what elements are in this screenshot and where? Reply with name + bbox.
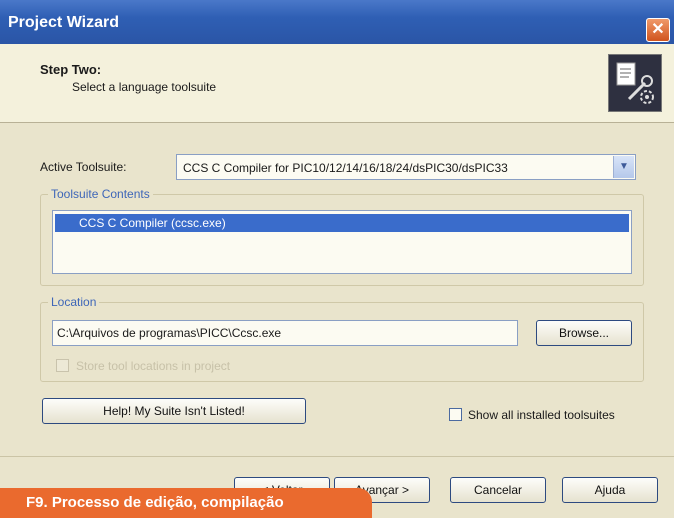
step-title: Step Two:	[40, 62, 102, 77]
title-bar: Project Wizard ✕	[0, 0, 674, 44]
chevron-down-icon[interactable]: ▼	[613, 156, 634, 178]
figure-caption: F9. Processo de edição, compilação	[0, 488, 372, 518]
active-toolsuite-select[interactable]: CCS C Compiler for PIC10/12/14/16/18/24/…	[176, 154, 636, 180]
store-locations-label: Store tool locations in project	[76, 359, 231, 373]
show-all-toolsuites-checkbox[interactable]	[449, 408, 462, 421]
help-button[interactable]: Ajuda	[562, 477, 658, 503]
close-icon: ✕	[651, 21, 665, 38]
active-toolsuite-label: Active Toolsuite:	[40, 160, 127, 174]
figure-caption-text: F9. Processo de edição, compilação	[26, 494, 284, 511]
suite-not-listed-button[interactable]: Help! My Suite Isn't Listed!	[42, 398, 306, 424]
cancel-button[interactable]: Cancelar	[450, 477, 546, 503]
step-subtitle: Select a language toolsuite	[72, 80, 217, 94]
list-item[interactable]: CCS C Compiler (ccsc.exe)	[55, 214, 629, 232]
divider	[0, 456, 674, 457]
show-all-toolsuites-label: Show all installed toolsuites	[468, 408, 615, 422]
wizard-tools-icon	[608, 54, 662, 112]
close-button[interactable]: ✕	[646, 18, 670, 42]
location-caption: Location	[48, 295, 100, 309]
window-title: Project Wizard	[8, 14, 119, 31]
wizard-header: Step Two: Select a language toolsuite	[0, 44, 674, 123]
toolsuite-contents-list[interactable]: CCS C Compiler (ccsc.exe)	[52, 210, 632, 274]
active-toolsuite-value: CCS C Compiler for PIC10/12/14/16/18/24/…	[183, 161, 508, 175]
location-input[interactable]: C:\Arquivos de programas\PICC\Ccsc.exe	[52, 320, 518, 346]
store-locations-checkbox[interactable]	[56, 359, 69, 372]
browse-button[interactable]: Browse...	[536, 320, 632, 346]
toolsuite-contents-caption: Toolsuite Contents	[48, 187, 153, 201]
